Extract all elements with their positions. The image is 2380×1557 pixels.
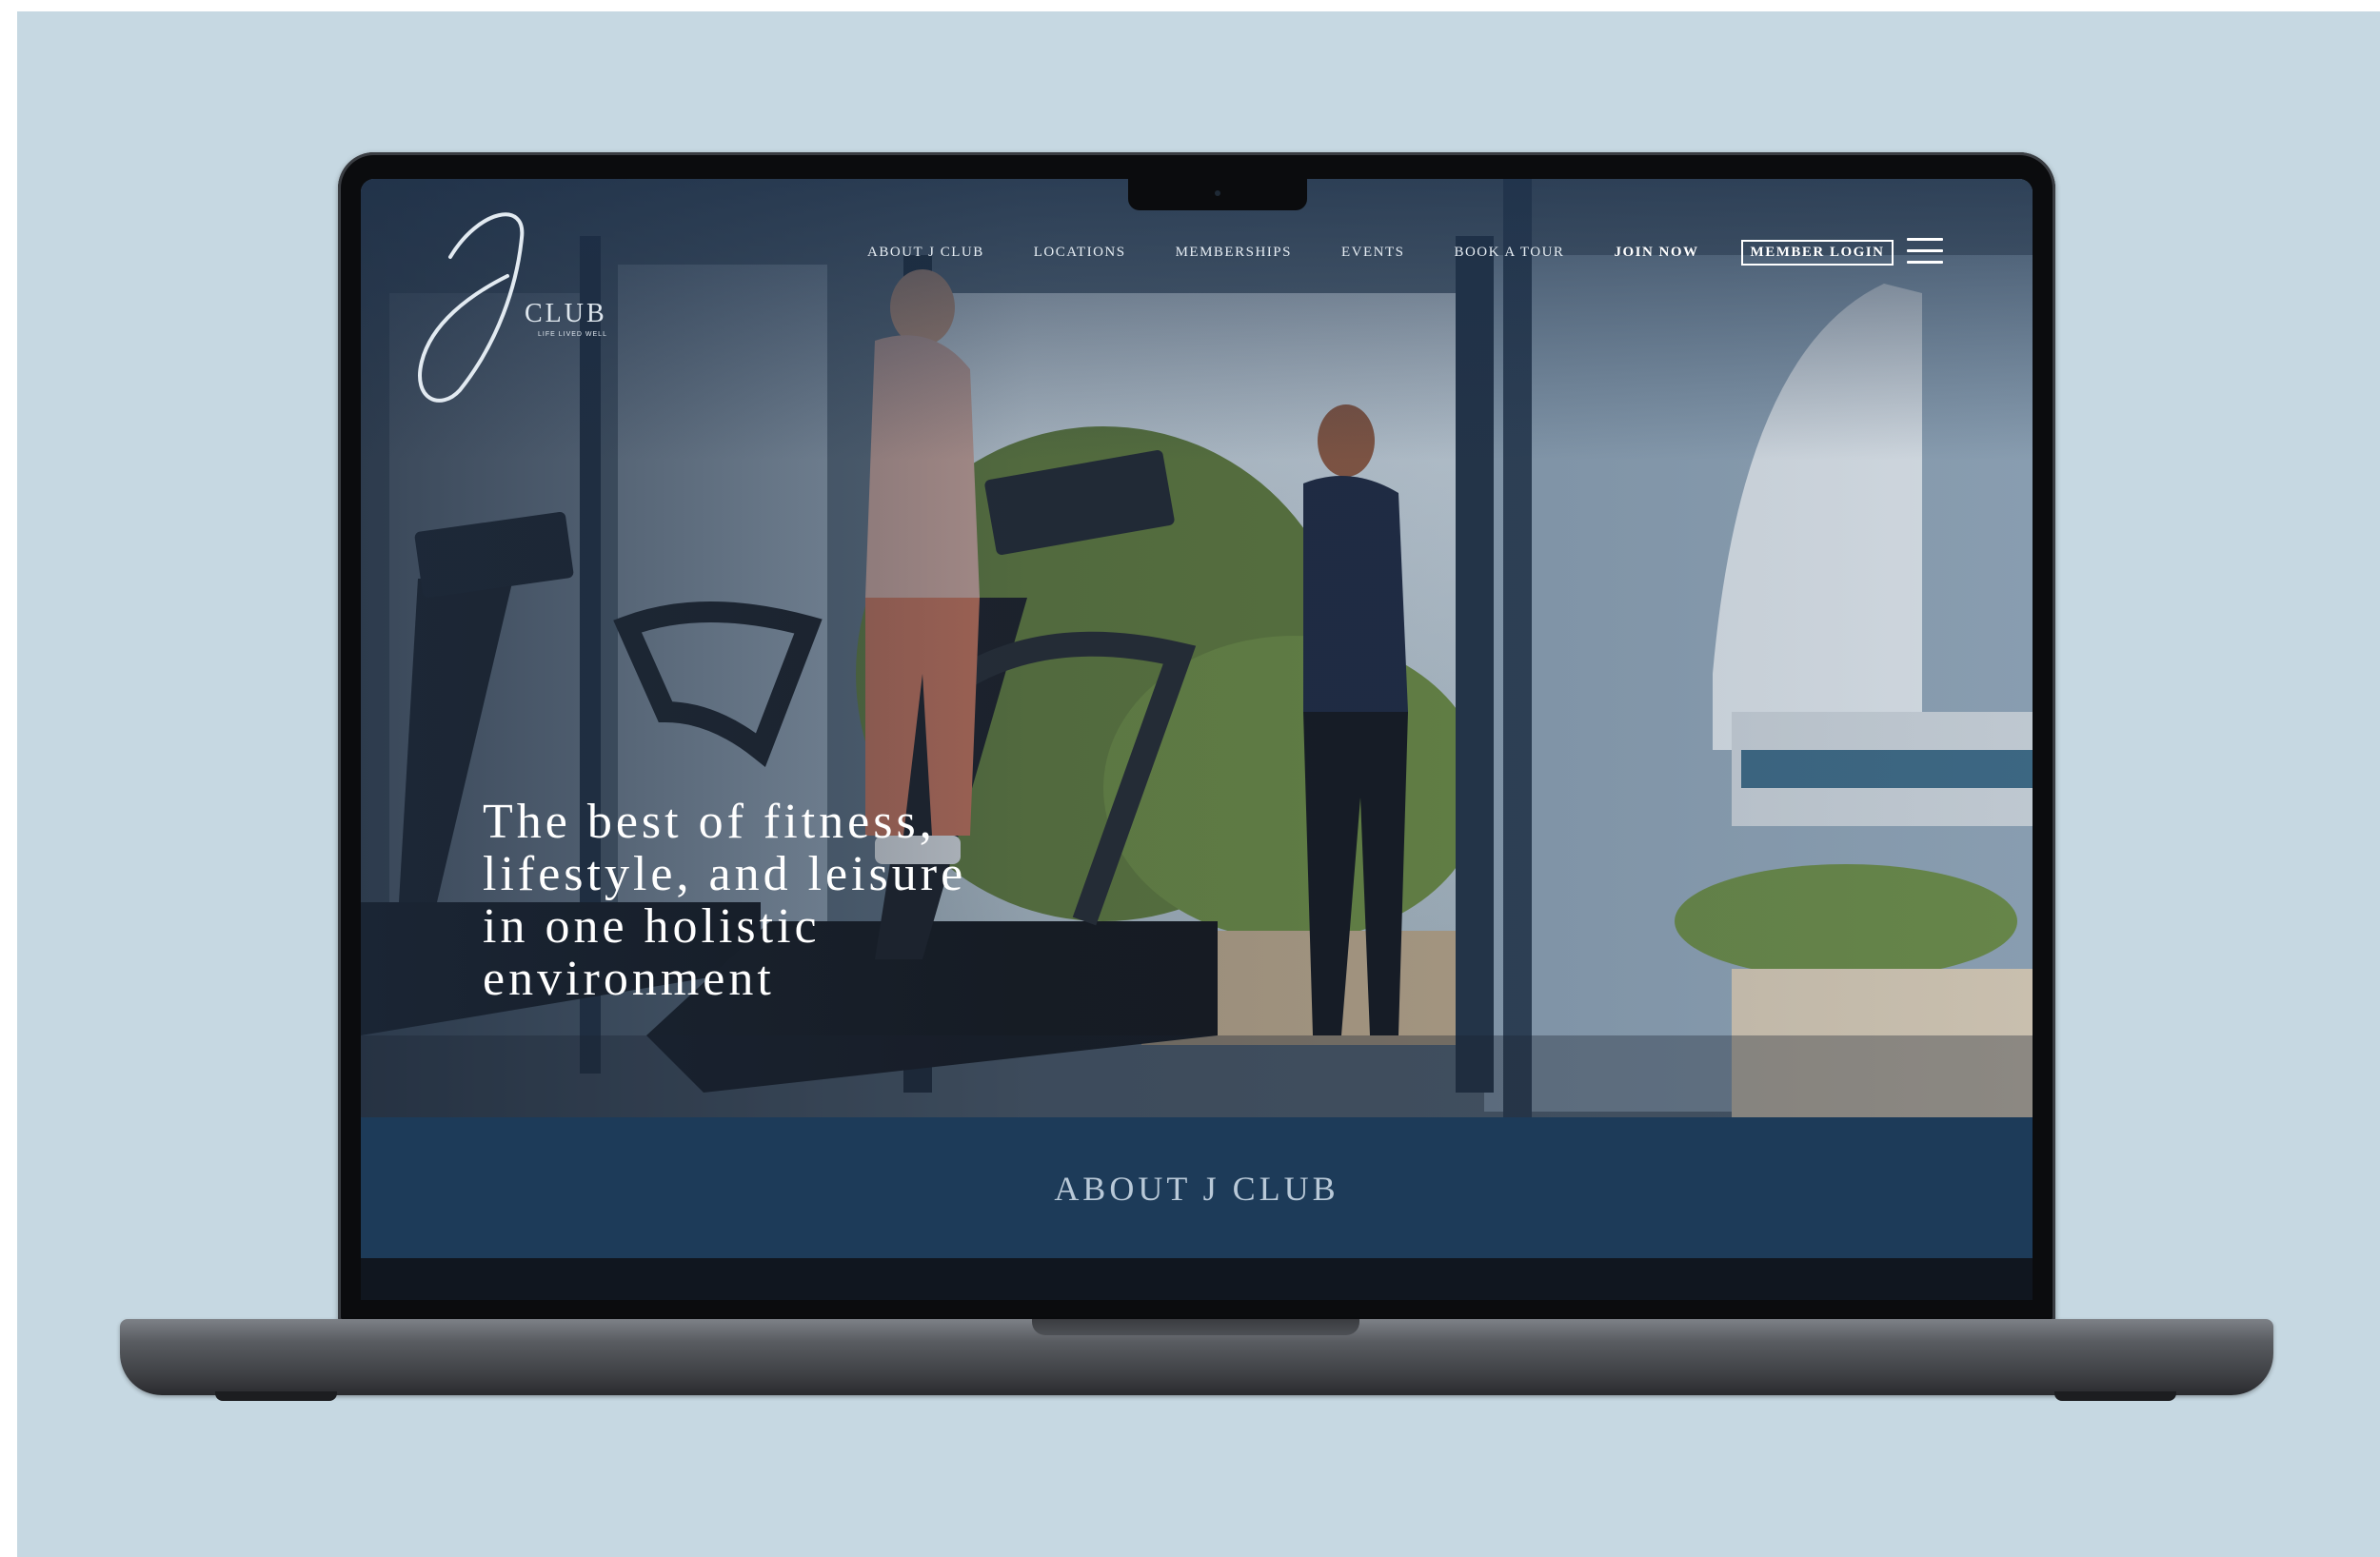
nav-locations[interactable]: LOCATIONS [1034, 245, 1126, 261]
nav-about[interactable]: ABOUT J CLUB [867, 245, 984, 261]
nav-book-a-tour[interactable]: BOOK A TOUR [1454, 245, 1564, 261]
hero-line: environment [483, 952, 775, 1006]
member-login-button[interactable]: MEMBER LOGIN [1740, 239, 1894, 266]
laptop-base [120, 1319, 2273, 1395]
hero-line: The best of fitness, [483, 795, 936, 849]
laptop-lid: The best of fitness, lifestyle, and leis… [338, 152, 2055, 1323]
site-logo[interactable]: CLUB LIFE LIVED WELL [393, 200, 606, 409]
about-title: ABOUT J CLUB [1054, 1170, 1339, 1208]
nav-memberships[interactable]: MEMBERSHIPS [1176, 245, 1292, 261]
laptop-foot-left [215, 1391, 337, 1401]
hero-section: The best of fitness, lifestyle, and leis… [361, 179, 2033, 1117]
laptop-screen: The best of fitness, lifestyle, and leis… [361, 179, 2033, 1300]
main-nav: ABOUT J CLUB LOCATIONS MEMBERSHIPS EVENT… [867, 238, 1932, 266]
join-now-link[interactable]: JOIN NOW [1614, 245, 1698, 261]
camera-icon [1215, 190, 1220, 196]
about-section: ABOUT J CLUB [361, 1117, 2033, 1258]
nav-events[interactable]: EVENTS [1341, 245, 1405, 261]
logo-tagline: LIFE LIVED WELL [538, 331, 607, 338]
hamburger-menu-icon[interactable] [1907, 234, 1943, 266]
logo-wordmark: CLUB [525, 299, 607, 328]
hero-headline: The best of fitness, lifestyle, and leis… [483, 796, 1149, 1005]
hero-line: in one holistic [483, 899, 821, 954]
camera-notch [1128, 179, 1307, 210]
hero-line: lifestyle, and leisure [483, 847, 967, 901]
laptop-foot-right [2054, 1391, 2176, 1401]
lid-opening-notch [1032, 1319, 1359, 1335]
website: The best of fitness, lifestyle, and leis… [361, 179, 2033, 1258]
